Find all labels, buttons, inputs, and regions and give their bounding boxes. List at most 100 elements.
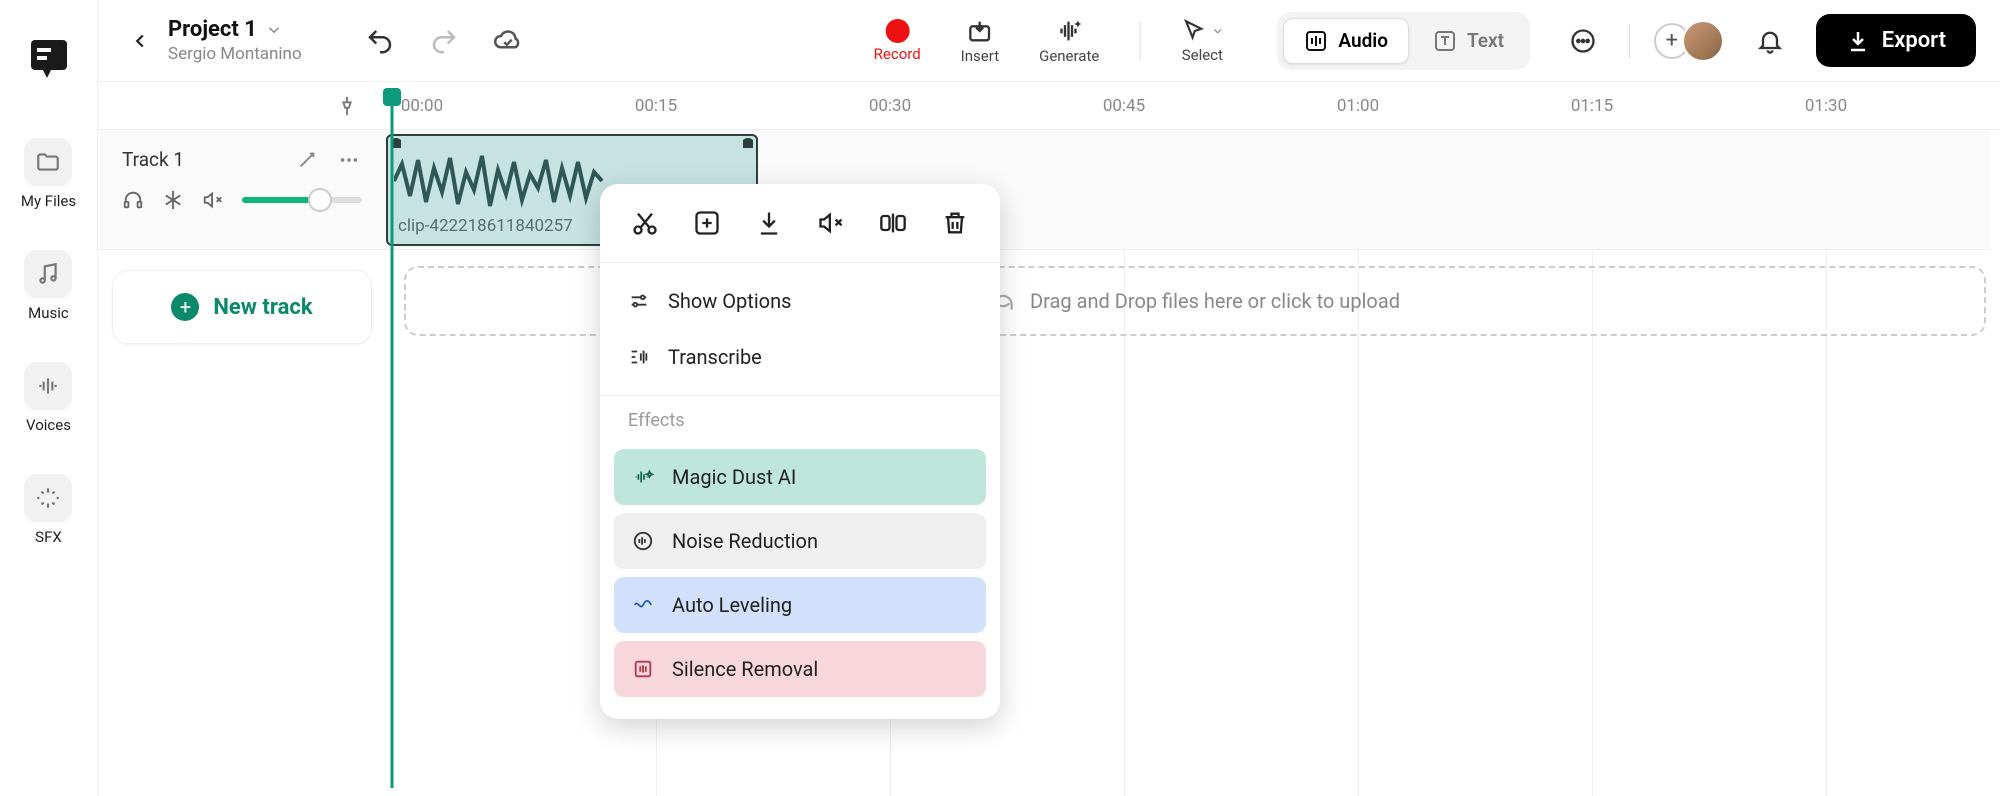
dropzone-label: Drag and Drop files here or click to upl… [1030, 289, 1400, 313]
volume-thumb[interactable] [308, 188, 332, 212]
record-icon [885, 19, 909, 43]
folder-icon [35, 149, 61, 175]
mute-icon[interactable] [202, 189, 224, 211]
volume-slider[interactable] [242, 197, 362, 203]
clip-label: clip-422218611840257 [398, 216, 573, 236]
ruler-tick: 01:15 [1571, 96, 1613, 116]
back-button[interactable] [122, 23, 158, 59]
snowflake-icon[interactable] [162, 189, 184, 211]
music-icon [35, 261, 61, 287]
mode-audio[interactable]: Audio [1283, 18, 1409, 64]
download-clip-button[interactable] [750, 204, 788, 242]
mode-text[interactable]: Text [1413, 18, 1524, 64]
download-icon [755, 209, 783, 237]
rail-sfx[interactable]: SFX [24, 474, 72, 546]
insert-icon [966, 17, 994, 45]
redo-button[interactable] [426, 23, 462, 59]
project-block: Project 1 Sergio Montanino [168, 17, 302, 64]
new-track-label: New track [213, 295, 312, 320]
chevron-down-icon [1210, 24, 1224, 38]
track-panel: Track 1 + New track [98, 130, 386, 364]
effect-auto-leveling[interactable]: Auto Leveling [614, 577, 986, 633]
divider [1139, 21, 1140, 61]
cursor-icon [1180, 18, 1206, 44]
chevron-down-icon [265, 21, 283, 39]
avatar [1682, 20, 1724, 62]
rail-label-my-files: My Files [21, 192, 76, 210]
left-rail: My Files Music Voices SFX [0, 0, 98, 796]
bell-icon [1756, 27, 1784, 55]
ruler-tick: 00:45 [1103, 96, 1145, 116]
record-button[interactable]: Record [874, 19, 921, 63]
effect-noise-reduction[interactable]: Noise Reduction [614, 513, 986, 569]
export-label: Export [1882, 28, 1946, 53]
mute-clip-button[interactable] [812, 204, 850, 242]
export-button[interactable]: Export [1816, 14, 1976, 67]
more-icon[interactable] [336, 149, 362, 171]
download-icon [1846, 29, 1870, 53]
notifications-button[interactable] [1748, 19, 1792, 63]
noise-icon [632, 530, 654, 552]
mode-toggle: Audio Text [1277, 12, 1530, 70]
sparkle-wave-icon [632, 466, 654, 488]
divider [1629, 24, 1630, 58]
select-button[interactable]: Select [1180, 18, 1224, 64]
split-button[interactable] [874, 204, 912, 242]
split-icon [879, 209, 907, 237]
voices-icon [35, 373, 61, 399]
headphones-icon[interactable] [122, 189, 144, 211]
ruler-tick: 01:30 [1805, 96, 1847, 116]
pin-icon[interactable] [336, 95, 358, 117]
rail-label-music: Music [28, 304, 69, 322]
undo-icon [365, 26, 395, 56]
rail-label-sfx: SFX [35, 528, 62, 546]
rail-voices[interactable]: Voices [24, 362, 72, 434]
redo-icon [429, 26, 459, 56]
project-title-dropdown[interactable]: Project 1 [168, 17, 302, 42]
transcribe-row[interactable]: Transcribe [600, 329, 1000, 385]
ruler-left-gutter [98, 82, 386, 130]
collaborators[interactable]: + [1654, 20, 1724, 62]
trash-icon [941, 209, 969, 237]
right-cluster: + Export [1561, 14, 1976, 67]
show-options-row[interactable]: Show Options [600, 273, 1000, 329]
rail-my-files[interactable]: My Files [21, 138, 76, 210]
insert-label: Insert [961, 47, 999, 65]
rail-label-voices: Voices [26, 416, 71, 434]
mode-audio-label: Audio [1338, 29, 1388, 52]
add-button[interactable] [688, 204, 726, 242]
generate-button[interactable]: Generate [1039, 17, 1099, 65]
leveling-icon [632, 594, 654, 616]
mode-text-label: Text [1467, 29, 1504, 52]
ruler-tick: 00:30 [869, 96, 911, 116]
text-mode-icon [1433, 29, 1457, 53]
effect-auto-leveling-label: Auto Leveling [672, 593, 792, 617]
cut-button[interactable] [626, 204, 664, 242]
rail-music[interactable]: Music [24, 250, 72, 322]
insert-button[interactable]: Insert [961, 17, 999, 65]
ruler-tick: 00:00 [401, 96, 443, 116]
project-title: Project 1 [168, 17, 257, 42]
plus-icon: + [171, 293, 199, 321]
record-label: Record [874, 45, 921, 63]
track-name: Track 1 [122, 148, 184, 171]
timeline-ruler[interactable]: 00:00 00:15 00:30 00:45 01:00 01:15 01:3… [386, 82, 2000, 130]
scissors-icon [631, 209, 659, 237]
effect-silence-removal[interactable]: Silence Removal [614, 641, 986, 697]
select-label: Select [1182, 46, 1223, 64]
top-bar: Project 1 Sergio Montanino Record Insert… [98, 0, 2000, 82]
generate-icon [1055, 17, 1083, 45]
popover-toolbar [600, 184, 1000, 263]
chat-icon [1569, 27, 1597, 55]
new-track-button[interactable]: + New track [112, 270, 372, 344]
undo-button[interactable] [362, 23, 398, 59]
track-header: Track 1 [98, 130, 386, 250]
effect-magic-dust[interactable]: Magic Dust AI [614, 449, 986, 505]
transcribe-icon [628, 346, 650, 368]
wand-icon[interactable] [296, 149, 318, 171]
show-options-label: Show Options [668, 289, 791, 313]
comments-button[interactable] [1561, 19, 1605, 63]
delete-button[interactable] [936, 204, 974, 242]
cloud-check-icon [493, 26, 523, 56]
cloud-sync-button[interactable] [490, 23, 526, 59]
